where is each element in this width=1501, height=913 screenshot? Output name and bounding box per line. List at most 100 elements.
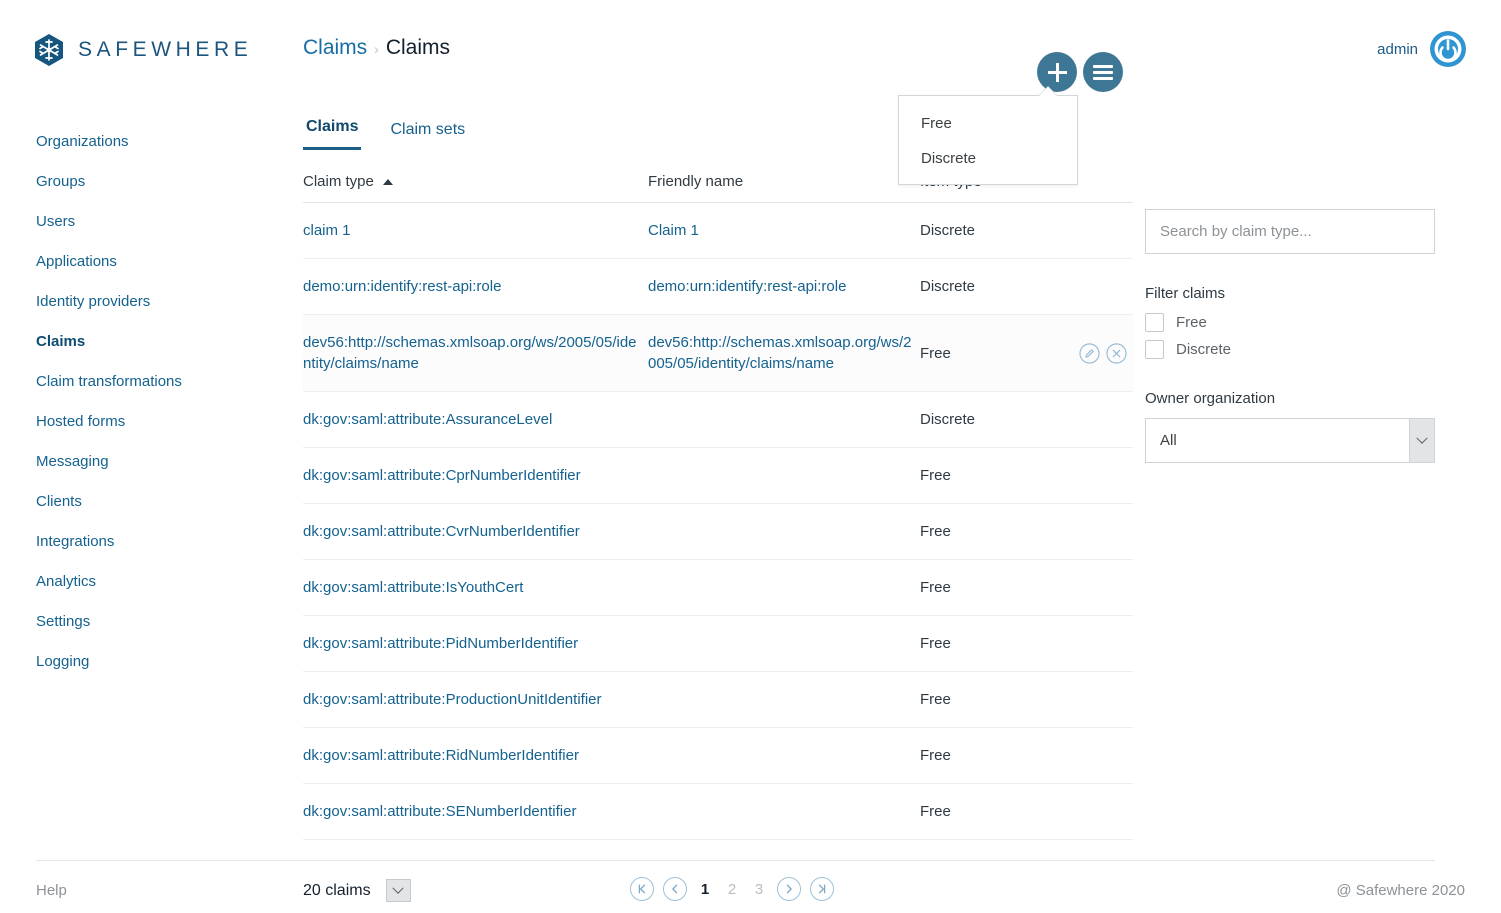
chevron-down-icon[interactable]	[1409, 419, 1434, 462]
sidebar-item-clients[interactable]: Clients	[36, 482, 266, 522]
cell-friendly-name	[648, 671, 920, 728]
sidebar-item-identity-providers[interactable]: Identity providers	[36, 282, 266, 322]
column-header-claim-type[interactable]: Claim type	[303, 163, 648, 203]
cell-claim-type[interactable]: demo:urn:identify:rest-api:role	[303, 258, 648, 315]
cell-item-type: Free	[920, 503, 1060, 560]
pagination-page-2[interactable]: 2	[723, 881, 741, 898]
table-row[interactable]: dk:gov:saml:attribute:IsYouthCert Free	[303, 559, 1133, 616]
footer-divider	[36, 860, 1435, 861]
table-row[interactable]: dev56:http://schemas.xmlsoap.org/ws/2005…	[303, 314, 1133, 392]
cell-row-actions	[1060, 559, 1133, 616]
sidebar-item-integrations[interactable]: Integrations	[36, 522, 266, 562]
plus-icon	[1047, 62, 1067, 82]
sidebar-item-groups[interactable]: Groups	[36, 162, 266, 202]
column-header-claim-type-label: Claim type	[303, 173, 374, 190]
add-menu-item-free[interactable]: Free	[899, 106, 1077, 141]
sidebar-item-claims[interactable]: Claims	[36, 322, 266, 362]
filter-checkbox-free[interactable]: Free	[1145, 313, 1435, 332]
cell-claim-type[interactable]: dk:gov:saml:attribute:RidNumberIdentifie…	[303, 727, 648, 784]
delete-x-icon[interactable]	[1106, 342, 1127, 364]
table-row[interactable]: dk:gov:saml:attribute:CprNumberIdentifie…	[303, 447, 1133, 504]
table-row[interactable]: claim 1 Claim 1 Discrete	[303, 202, 1133, 259]
filter-checkbox-discrete[interactable]: Discrete	[1145, 340, 1435, 359]
help-link[interactable]: Help	[36, 882, 67, 899]
cell-item-type: Free	[920, 615, 1060, 672]
pagination-first-page-button[interactable]	[630, 877, 654, 901]
cell-claim-type[interactable]: dk:gov:saml:attribute:IsYouthCert	[303, 559, 648, 616]
tab-claim-sets[interactable]: Claim sets	[387, 121, 468, 150]
pagination-next-page-button[interactable]	[777, 877, 801, 901]
cell-claim-type[interactable]: claim 1	[303, 202, 648, 259]
page-size-chevron-down-icon[interactable]	[385, 879, 411, 902]
cell-claim-type[interactable]: dk:gov:saml:attribute:AssuranceLevel	[303, 391, 648, 448]
admin-account[interactable]: admin	[1377, 30, 1467, 68]
brand-logo[interactable]: SAFEWHERE	[33, 33, 252, 67]
cell-row-actions	[1060, 202, 1133, 259]
checkbox-free-box[interactable]	[1145, 313, 1164, 332]
table-row[interactable]: dk:gov:saml:attribute:AssuranceLevel Disc…	[303, 391, 1133, 448]
sidebar-item-users[interactable]: Users	[36, 202, 266, 242]
cell-row-actions	[1060, 727, 1133, 784]
sidebar-item-logging[interactable]: Logging	[36, 642, 266, 682]
pagination-last-page-button[interactable]	[810, 877, 834, 901]
table-row[interactable]: dk:gov:saml:attribute:SENumberIdentifier…	[303, 783, 1133, 840]
cell-item-type: Free	[920, 559, 1060, 616]
table-row[interactable]: dk:gov:saml:attribute:CvrNumberIdentifie…	[303, 503, 1133, 560]
pagination-page-3[interactable]: 3	[750, 881, 768, 898]
sidebar-item-analytics[interactable]: Analytics	[36, 562, 266, 602]
sidebar-item-settings[interactable]: Settings	[36, 602, 266, 642]
table-row[interactable]: dk:gov:saml:attribute:RidNumberIdentifie…	[303, 727, 1133, 784]
table-row[interactable]: demo:urn:identify:rest-api:role demo:urn:…	[303, 258, 1133, 315]
cell-friendly-name	[648, 727, 920, 784]
cell-row-actions	[1060, 391, 1133, 448]
claims-table-container: Claim type Friendly name Item type claim…	[303, 163, 1133, 840]
cell-row-actions	[1060, 671, 1133, 728]
power-avatar-icon[interactable]	[1429, 30, 1467, 68]
sidebar-item-applications[interactable]: Applications	[36, 242, 266, 282]
cell-claim-type[interactable]: dk:gov:saml:attribute:SENumberIdentifier	[303, 783, 648, 840]
tab-claims[interactable]: Claims	[303, 118, 362, 150]
sidebar-item-hosted-forms[interactable]: Hosted forms	[36, 402, 266, 442]
breadcrumb: Claims › Claims	[303, 36, 450, 60]
cell-claim-type[interactable]: dev56:http://schemas.xmlsoap.org/ws/2005…	[303, 314, 648, 392]
cell-row-actions	[1060, 783, 1133, 840]
copyright-text: @ Safewhere 2020	[1336, 882, 1465, 899]
table-row[interactable]: dk:gov:saml:attribute:ProductionUnitIden…	[303, 671, 1133, 728]
sidebar-item-organizations[interactable]: Organizations	[36, 122, 266, 162]
owner-organization-select[interactable]: All	[1145, 418, 1435, 463]
sidebar-item-claim-transformations[interactable]: Claim transformations	[36, 362, 266, 402]
cell-friendly-name	[648, 783, 920, 840]
cell-item-type: Discrete	[920, 202, 1060, 259]
search-input[interactable]	[1145, 209, 1435, 254]
menu-button[interactable]	[1083, 52, 1123, 92]
go-to-first-page-icon	[638, 884, 646, 894]
add-menu-item-discrete[interactable]: Discrete	[899, 141, 1077, 176]
cell-friendly-name: dev56:http://schemas.xmlsoap.org/ws/2005…	[648, 314, 920, 392]
filter-claims-label: Filter claims	[1145, 285, 1226, 302]
page-size-selector[interactable]: 20 claims	[303, 879, 411, 902]
pagination-previous-page-button[interactable]	[663, 877, 687, 901]
row-action-group	[1060, 342, 1127, 364]
cell-friendly-name: demo:urn:identify:rest-api:role	[648, 258, 920, 315]
next-page-icon	[786, 884, 792, 894]
cell-friendly-name	[648, 559, 920, 616]
cell-item-type: Free	[920, 314, 1060, 392]
snowflake-hexagon-logo-icon	[35, 34, 63, 66]
breadcrumb-parent-link[interactable]: Claims	[303, 36, 367, 60]
pagination-page-1[interactable]: 1	[696, 881, 714, 898]
cell-row-actions	[1060, 615, 1133, 672]
edit-pencil-icon[interactable]	[1079, 342, 1100, 364]
page-size-label: 20 claims	[303, 881, 371, 899]
brand-name: SAFEWHERE	[78, 38, 253, 61]
cell-claim-type[interactable]: dk:gov:saml:attribute:ProductionUnitIden…	[303, 671, 648, 728]
add-claim-button[interactable]	[1037, 52, 1077, 92]
cell-claim-type[interactable]: dk:gov:saml:attribute:PidNumberIdentifie…	[303, 615, 648, 672]
cell-friendly-name	[648, 503, 920, 560]
checkbox-discrete-box[interactable]	[1145, 340, 1164, 359]
table-row[interactable]: dk:gov:saml:attribute:PidNumberIdentifie…	[303, 615, 1133, 672]
cell-claim-type[interactable]: dk:gov:saml:attribute:CprNumberIdentifie…	[303, 447, 648, 504]
column-header-friendly-name[interactable]: Friendly name	[648, 163, 920, 203]
cell-claim-type[interactable]: dk:gov:saml:attribute:CvrNumberIdentifie…	[303, 503, 648, 560]
owner-organization-label: Owner organization	[1145, 390, 1276, 407]
sidebar-item-messaging[interactable]: Messaging	[36, 442, 266, 482]
